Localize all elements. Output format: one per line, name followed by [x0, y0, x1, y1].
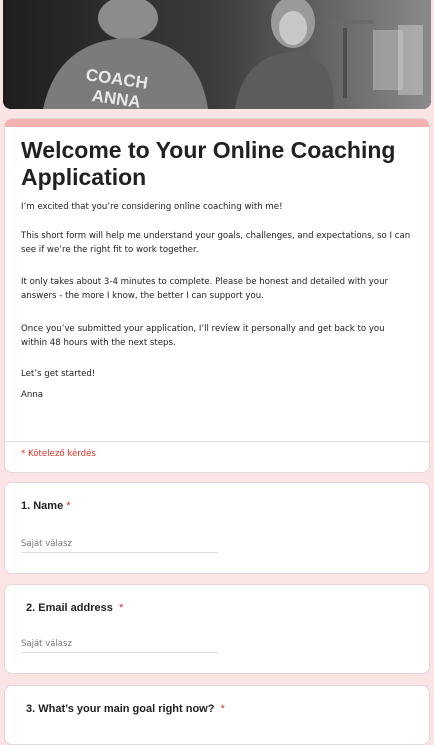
required-asterisk: *	[118, 602, 124, 614]
intro-paragraph: This short form will help me understand …	[21, 231, 411, 255]
intro-paragraph: I’m excited that you’re considering onli…	[21, 202, 283, 212]
name-answer-input[interactable]	[21, 535, 218, 553]
question-title: 3. What’s your main goal right now? *	[26, 703, 225, 715]
required-asterisk: *	[220, 703, 225, 715]
header-banner-image: COACH ANNA	[3, 0, 431, 109]
question-title: 2. Email address *	[26, 602, 123, 614]
intro-paragraph: Once you’ve submitted your application, …	[21, 324, 385, 348]
intro-paragraph: Let’s get started!	[21, 369, 96, 379]
signature-text: Anna	[21, 390, 44, 400]
question-card-main-goal: 3. What’s your main goal right now? *	[4, 685, 430, 745]
required-asterisk: *	[66, 500, 71, 512]
form-intro-card: Welcome to Your Online Coaching Applicat…	[4, 118, 430, 473]
question-card-email: 2. Email address *	[4, 584, 430, 674]
email-answer-input[interactable]	[21, 635, 218, 653]
accent-bar	[5, 119, 429, 127]
required-question-note: * Kötelező kérdés	[21, 449, 96, 459]
question-title-text: 3. What’s your main goal right now?	[26, 703, 215, 715]
question-title: 1. Name *	[21, 500, 71, 512]
intro-paragraph: It only takes about 3-4 minutes to compl…	[21, 277, 389, 301]
form-title: Welcome to Your Online Coaching Applicat…	[21, 137, 396, 190]
question-title-text: 1. Name	[21, 500, 64, 512]
divider	[5, 441, 429, 442]
question-card-name: 1. Name *	[4, 482, 430, 574]
question-title-text: 2. Email address	[26, 602, 113, 614]
